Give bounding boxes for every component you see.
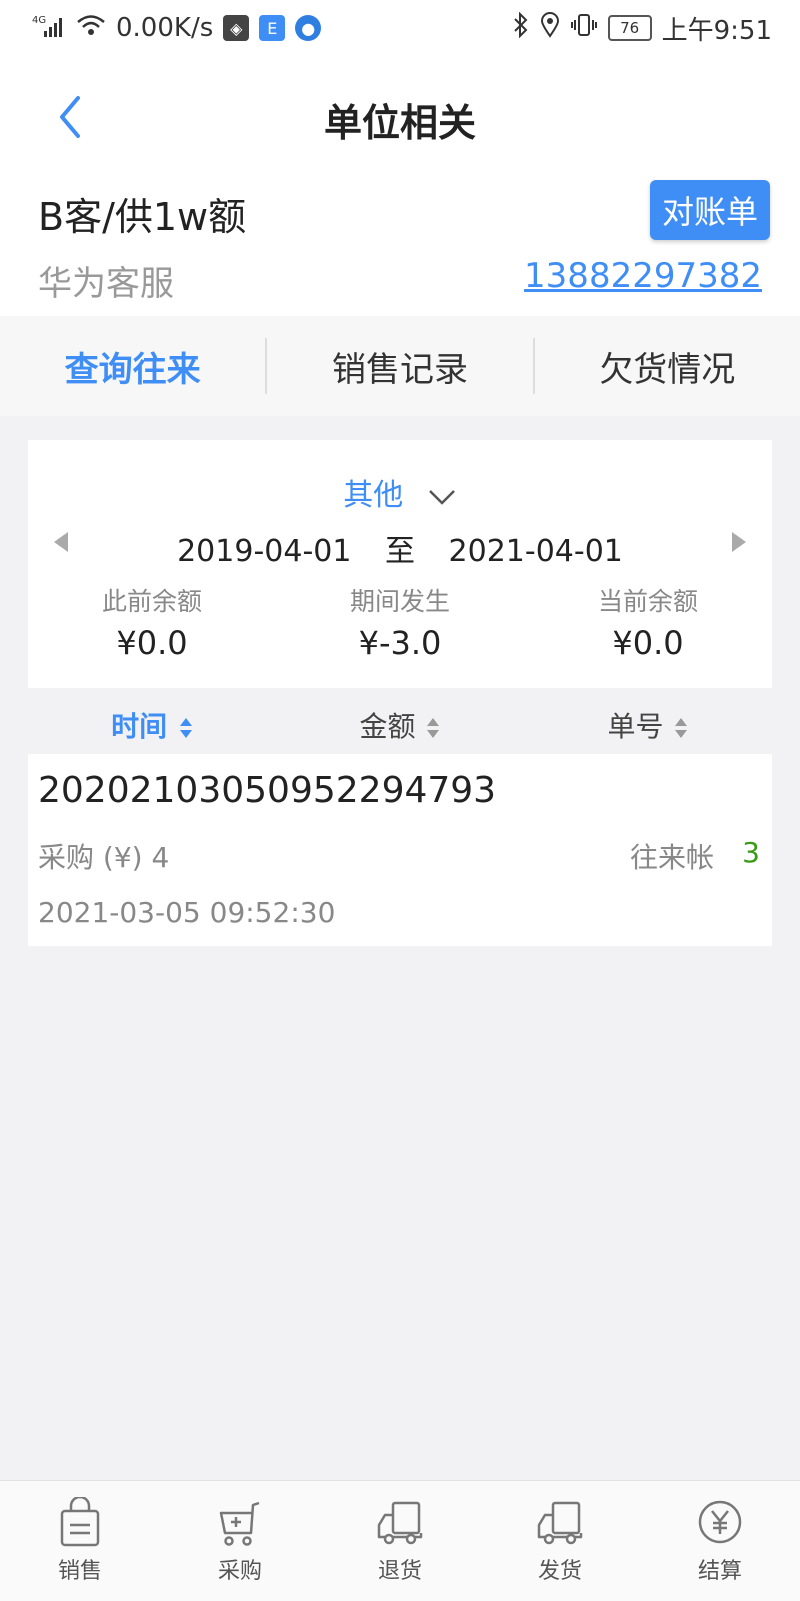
cart-icon — [219, 1501, 260, 1546]
summary-value: ¥0.0 — [612, 624, 684, 662]
chevron-down-icon — [428, 489, 455, 505]
list-item[interactable]: 20202103050952294793 采购 (¥) 4 往来帐 3 2021… — [28, 754, 772, 946]
next-period-button[interactable] — [730, 530, 748, 558]
network-speed: 0.00K/s — [116, 13, 214, 43]
nav-sales[interactable]: 销售 — [0, 1481, 160, 1601]
summary-value: ¥0.0 — [116, 624, 188, 662]
record-number: 20202103050952294793 — [38, 770, 497, 811]
status-left: 4G 0.00K/s ◈ E ● — [32, 13, 322, 44]
period-select[interactable]: 其他 — [28, 470, 772, 514]
header: 单位相关 — [0, 56, 800, 176]
nav-label: 退货 — [377, 1559, 422, 1584]
nav-shipping[interactable]: 发货 — [480, 1481, 640, 1601]
signal-icon: 4G — [32, 13, 66, 43]
end-date[interactable]: 2021-04-01 — [449, 534, 623, 569]
sort-icon — [675, 718, 688, 738]
balance-summary: 此前余额 ¥0.0 期间发生 ¥-3.0 当前余额 ¥0.0 — [28, 582, 772, 662]
record-type: 采购 (¥) 4 — [38, 841, 170, 874]
summary-value: ¥-3.0 — [358, 624, 442, 662]
svg-text:4G: 4G — [32, 15, 46, 26]
nav-settlement[interactable]: 结算 — [640, 1481, 800, 1601]
tab-backorders[interactable]: 欠货情况 — [535, 342, 800, 391]
bottom-nav: 销售 采购 退货 发货 结算 — [0, 1480, 800, 1601]
app-notification-icon: ◈ — [223, 15, 250, 41]
sort-by-time[interactable]: 时间 — [28, 705, 276, 745]
sort-label: 单号 — [607, 710, 664, 743]
nav-label: 发货 — [537, 1559, 582, 1584]
nav-purchase[interactable]: 采购 — [160, 1481, 320, 1601]
sort-label: 金额 — [359, 710, 416, 743]
unit-name: B客/供1w额 — [38, 195, 247, 239]
nav-returns[interactable]: 退货 — [320, 1481, 480, 1601]
date-range-separator: 至 — [385, 534, 415, 569]
record-category: 往来帐 — [629, 841, 714, 874]
clock: 上午9:51 — [661, 15, 772, 46]
battery-icon: 76 — [607, 15, 652, 41]
location-icon — [540, 11, 560, 45]
status-bar: 4G 0.00K/s ◈ E ● 76 上午9:51 — [0, 0, 800, 56]
nav-label: 销售 — [57, 1559, 102, 1584]
triangle-right-icon — [732, 532, 746, 552]
statement-button[interactable]: 对账单 — [649, 180, 770, 240]
start-date[interactable]: 2019-04-01 — [177, 534, 351, 569]
bluetooth-icon — [512, 11, 530, 45]
nav-label: 采购 — [217, 1559, 262, 1584]
sort-by-amount[interactable]: 金额 — [276, 705, 524, 745]
vibrate-icon — [570, 12, 598, 45]
record-time: 2021-03-05 09:52:30 — [38, 896, 336, 929]
tab-sales-records[interactable]: 销售记录 — [267, 342, 532, 391]
summary-label: 期间发生 — [349, 587, 450, 616]
filter-card: 其他 2019-04-01 至 2021-04-01 此前余额 ¥0.0 期间发… — [28, 440, 772, 688]
nav-label: 结算 — [697, 1559, 742, 1584]
record-count: 3 — [742, 836, 760, 869]
tab-query-transactions[interactable]: 查询往来 — [0, 342, 265, 391]
sort-icon — [427, 718, 440, 738]
sort-icon — [179, 718, 192, 738]
bag-icon — [60, 1497, 100, 1547]
truck-icon — [537, 1501, 583, 1545]
sort-bar: 时间 金额 单号 — [28, 700, 772, 750]
truck-return-icon — [377, 1501, 423, 1545]
phone-link[interactable]: 13882297382 — [524, 256, 762, 296]
app-e-icon: E — [259, 15, 286, 41]
status-right: 76 上午9:51 — [512, 10, 772, 47]
period-select-label: 其他 — [343, 478, 404, 513]
contact-name: 华为客服 — [38, 264, 174, 304]
unit-info: B客/供1w额 对账单 华为客服 13882297382 — [0, 176, 800, 316]
summary-period-change: 期间发生 ¥-3.0 — [276, 582, 524, 662]
app-circle-icon: ● — [295, 15, 322, 41]
tab-bar: 查询往来 销售记录 欠货情况 — [0, 316, 800, 416]
page-title: 单位相关 — [323, 101, 476, 145]
summary-current-balance: 当前余额 ¥0.0 — [524, 582, 772, 662]
summary-label: 此前余额 — [101, 587, 202, 616]
summary-label: 当前余额 — [597, 587, 698, 616]
date-range: 2019-04-01 至 2021-04-01 — [28, 526, 772, 570]
wifi-icon — [76, 13, 106, 44]
sort-by-number[interactable]: 单号 — [524, 705, 772, 745]
summary-prior-balance: 此前余额 ¥0.0 — [28, 582, 276, 662]
yen-icon — [698, 1500, 742, 1544]
sort-label: 时间 — [111, 710, 168, 743]
